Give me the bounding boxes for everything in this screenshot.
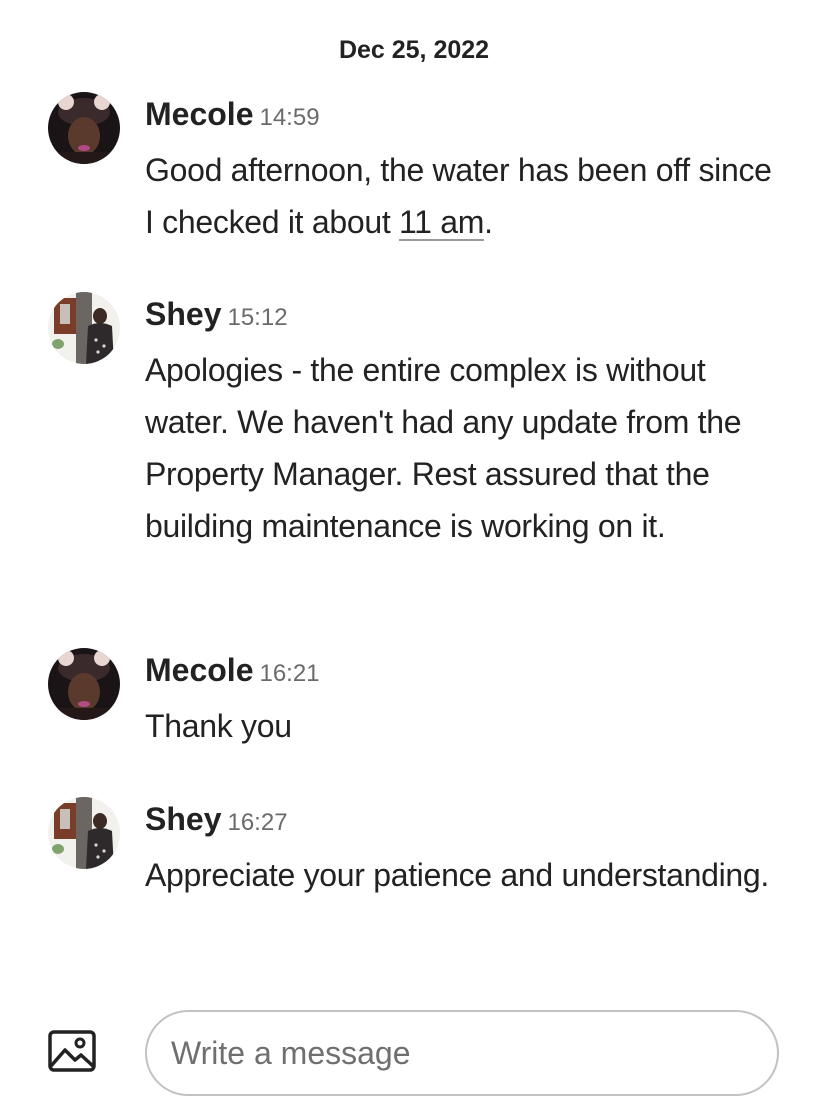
message-header: Shey 16:27	[145, 797, 788, 841]
message-timestamp: 16:27	[227, 809, 288, 836]
avatar-mecole[interactable]	[48, 648, 120, 720]
sender-name[interactable]: Mecole	[145, 652, 253, 688]
message-timestamp: 15:12	[227, 304, 288, 331]
message-composer	[0, 1008, 828, 1096]
detected-time-link[interactable]: 11 am	[399, 204, 484, 240]
message-text: Good afternoon, the water has been off s…	[145, 144, 788, 248]
message-body: Mecole 14:59 Good afternoon, the water ha…	[145, 92, 788, 248]
message-header: Mecole 14:59	[145, 92, 788, 136]
image-icon[interactable]	[48, 1030, 96, 1074]
avatar-mecole[interactable]	[48, 92, 120, 164]
message-body: Mecole 16:21 Thank you	[145, 648, 788, 752]
message-input[interactable]	[145, 1010, 779, 1096]
message-timestamp: 14:59	[259, 104, 320, 131]
message-body: Shey 15:12 Apologies - the entire complex…	[145, 292, 788, 552]
message-text: Appreciate your patience and understandi…	[145, 857, 769, 893]
avatar-shey[interactable]	[48, 797, 120, 869]
avatar-shey[interactable]	[48, 292, 120, 364]
message-header: Shey 15:12	[145, 292, 788, 336]
message-text-part: .	[484, 204, 493, 240]
sender-name[interactable]: Shey	[145, 296, 221, 332]
date-header: Dec 25, 2022	[338, 36, 490, 64]
message-timestamp: 16:21	[259, 660, 320, 687]
sender-name[interactable]: Shey	[145, 801, 221, 837]
message-header: Mecole 16:21	[145, 648, 788, 692]
message-body: Shey 16:27 Appreciate your patience and u…	[145, 797, 788, 901]
sender-name[interactable]: Mecole	[145, 96, 253, 132]
message-text: Thank you	[145, 708, 292, 744]
message-text: Apologies - the entire complex is withou…	[145, 352, 742, 544]
